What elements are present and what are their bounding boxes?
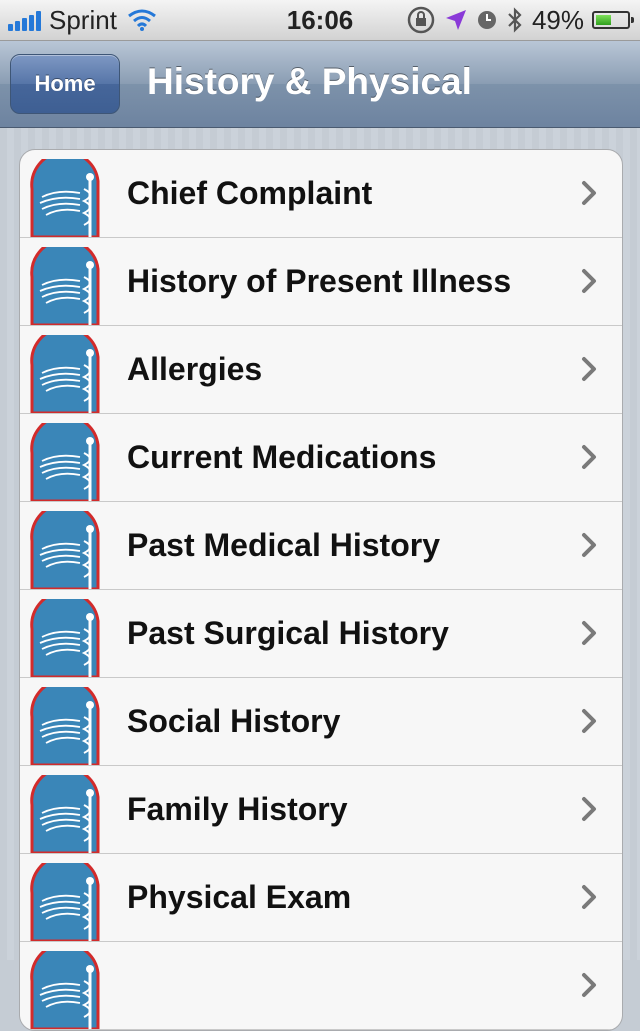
list-item-label: Social History xyxy=(127,703,341,739)
caduceus-icon xyxy=(30,159,100,237)
chevron-right-icon xyxy=(582,885,596,909)
battery-icon xyxy=(592,11,634,29)
alarm-clock-icon xyxy=(477,11,496,29)
chevron-right-icon xyxy=(582,533,596,557)
caduceus-icon xyxy=(30,951,100,1029)
chevron-right-icon xyxy=(582,357,596,381)
caduceus-icon xyxy=(30,247,100,325)
page-title: History & Physical xyxy=(147,61,472,102)
caduceus-icon xyxy=(30,511,100,589)
list-item[interactable]: Family History xyxy=(20,766,622,854)
list-item-label: Chief Complaint xyxy=(127,175,373,211)
list-item-label: Past Surgical History xyxy=(127,615,449,651)
list-item-label: Allergies xyxy=(127,351,263,387)
caduceus-icon xyxy=(30,423,100,501)
list-item[interactable]: Allergies xyxy=(20,326,622,414)
navigation-bar: Home History & Physical xyxy=(0,41,640,128)
rotation-lock-icon xyxy=(407,6,435,34)
bluetooth-icon xyxy=(508,7,522,33)
caduceus-icon xyxy=(30,687,100,765)
list-item[interactable]: Chief Complaint xyxy=(20,150,622,238)
chevron-right-icon xyxy=(582,445,596,469)
battery-percentage: 49% xyxy=(531,4,584,35)
content-area: Chief Complaint History of Present Illne… xyxy=(0,128,640,1031)
chevron-right-icon xyxy=(582,973,596,997)
list-item[interactable] xyxy=(20,942,622,1030)
list-item-label: History of Present Illness xyxy=(127,263,512,299)
list-item-label: Past Medical History xyxy=(127,527,440,563)
caduceus-icon xyxy=(30,863,100,941)
list-item[interactable]: History of Present Illness xyxy=(20,238,622,326)
chevron-right-icon xyxy=(582,797,596,821)
status-right: 49% xyxy=(406,0,634,40)
chevron-right-icon xyxy=(582,181,596,205)
caduceus-icon xyxy=(30,775,100,853)
list-item-label: Current Medications xyxy=(127,439,437,475)
list-item[interactable]: Past Medical History xyxy=(20,502,622,590)
chevron-right-icon xyxy=(582,269,596,293)
status-bar: Sprint 16:06 49% xyxy=(0,0,640,41)
location-arrow-icon xyxy=(445,10,466,30)
battery-level-fill xyxy=(596,15,611,25)
list-item[interactable]: Current Medications xyxy=(20,414,622,502)
home-back-button[interactable]: Home xyxy=(10,54,120,114)
menu-table: Chief Complaint History of Present Illne… xyxy=(19,149,623,1031)
list-item-label: Family History xyxy=(127,791,348,827)
list-item[interactable]: Physical Exam xyxy=(20,854,622,942)
caduceus-icon xyxy=(30,599,100,677)
chevron-right-icon xyxy=(582,709,596,733)
chevron-right-icon xyxy=(582,621,596,645)
caduceus-icon xyxy=(30,335,100,413)
list-item[interactable]: Social History xyxy=(20,678,622,766)
list-item[interactable]: Past Surgical History xyxy=(20,590,622,678)
list-item-label: Physical Exam xyxy=(127,879,352,915)
